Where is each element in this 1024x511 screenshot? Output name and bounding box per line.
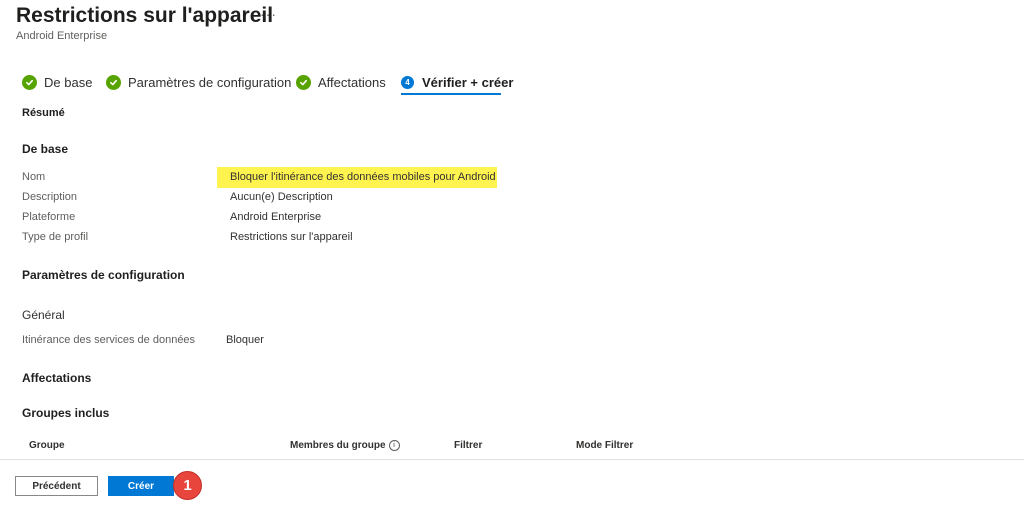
tab-affectations[interactable]: Affectations — [296, 72, 386, 92]
column-header-group-members: Membres du groupe i — [290, 440, 400, 451]
assignments-heading: Affectations — [22, 371, 92, 385]
more-options-icon[interactable]: ··· — [260, 6, 277, 22]
field-label-profile-type: Type de profil — [22, 231, 89, 243]
create-button[interactable]: Créer — [108, 476, 174, 496]
column-header-filter-mode: Mode Filtrer — [576, 440, 634, 451]
tab-de-base[interactable]: De base — [22, 72, 92, 92]
summary-heading: Résumé — [22, 107, 65, 119]
step-label: De base — [44, 74, 93, 90]
active-tab-indicator — [401, 93, 501, 95]
step-label: Affectations — [318, 74, 386, 90]
info-icon[interactable]: i — [388, 440, 400, 451]
field-value-name: Bloquer l'itinérance des données mobiles… — [230, 171, 496, 183]
included-groups-heading: Groupes inclus — [22, 406, 110, 420]
check-circle-icon — [106, 74, 121, 90]
check-circle-icon — [296, 74, 311, 90]
page-subtitle: Android Enterprise — [16, 30, 108, 42]
column-header-label: Membres du groupe — [290, 440, 386, 452]
tab-verifier-creer[interactable]: 4 Vérifier + créer — [401, 72, 513, 92]
check-circle-icon — [22, 74, 37, 90]
column-header-filter: Filtrer — [454, 440, 483, 451]
page-title: Restrictions sur l'appareil — [16, 4, 274, 27]
basics-heading: De base — [22, 142, 69, 156]
field-label-description: Description — [22, 191, 78, 203]
step-label: Vérifier + créer — [422, 74, 514, 90]
config-heading: Paramètres de configuration — [22, 268, 185, 282]
field-label-data-roaming: Itinérance des services de données — [22, 334, 196, 346]
column-header-group: Groupe — [29, 440, 65, 451]
field-label-name: Nom — [22, 171, 46, 183]
field-value-data-roaming: Bloquer — [226, 334, 264, 346]
footer-divider — [0, 459, 1024, 460]
field-value-platform: Android Enterprise — [230, 211, 322, 223]
field-value-profile-type: Restrictions sur l'appareil — [230, 231, 353, 243]
step-number-badge: 4 — [401, 75, 414, 89]
previous-button[interactable]: Précédent — [15, 476, 98, 496]
config-group-general: Général — [22, 308, 65, 322]
field-label-platform: Plateforme — [22, 211, 76, 223]
step-label: Paramètres de configuration — [128, 74, 292, 90]
tab-parametres-de-configuration[interactable]: Paramètres de configuration — [106, 72, 291, 92]
field-value-description: Aucun(e) Description — [230, 191, 333, 203]
step-callout-badge: 1 — [173, 471, 202, 500]
